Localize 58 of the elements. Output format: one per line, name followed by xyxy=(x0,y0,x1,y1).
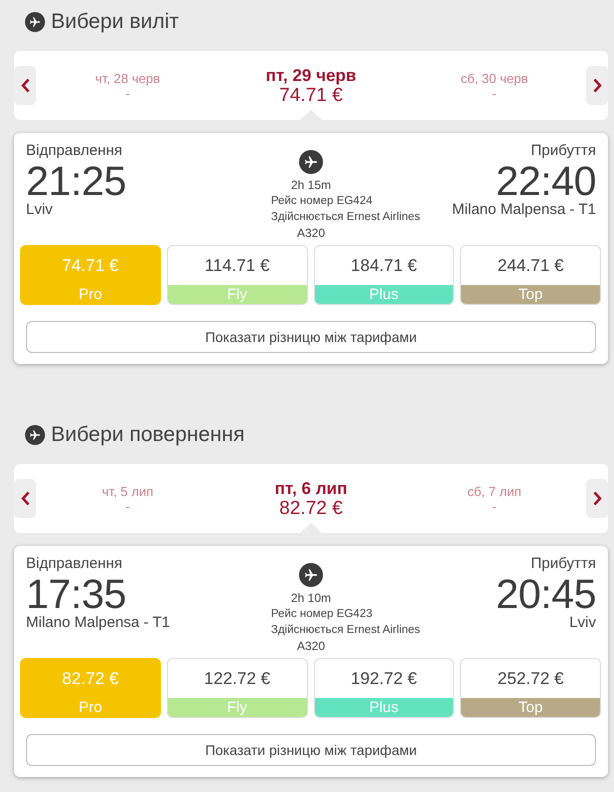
arrival-label: Прибуття xyxy=(530,142,596,160)
fare-price: 252.72 € xyxy=(496,668,565,690)
fare-option[interactable]: 252.72 € Top xyxy=(460,658,601,718)
fare-price: 114.71 € xyxy=(204,254,271,276)
fare-price: 74.71 € xyxy=(61,254,120,276)
compare-fares-button[interactable]: Показати різницю між тарифами xyxy=(26,321,596,353)
fare-label: Fly xyxy=(168,698,306,717)
plane-icon xyxy=(25,425,45,445)
fare-option[interactable]: 192.72 € Plus xyxy=(314,658,454,718)
arrival-place: Milano Malpensa - T1 xyxy=(452,202,596,218)
section-heading: Вибери виліт xyxy=(51,11,179,33)
section-heading: Вибери повернення xyxy=(51,424,245,446)
flight-duration: 2h 15m xyxy=(290,177,332,193)
flight-duration: 2h 10m xyxy=(290,590,332,606)
operator-text: Здійснюється Ernest Airlines xyxy=(271,210,420,225)
departure-label: Відправлення xyxy=(26,555,122,573)
next-date-button[interactable] xyxy=(586,66,608,105)
fare-option[interactable]: 122.72 € Fly xyxy=(166,658,308,718)
compare-fares-button[interactable]: Показати різницю між тарифами xyxy=(26,734,596,766)
departure-place: Milano Malpensa - T1 xyxy=(26,615,170,631)
aircraft-type: A320 xyxy=(296,225,326,241)
flight-number: Рейс номер EG423 xyxy=(271,607,372,622)
date-option[interactable]: пт, 6 лип 82.72 € xyxy=(219,464,403,533)
fare-price: 82.72 € xyxy=(61,668,120,690)
fare-label: Fly xyxy=(168,285,306,304)
departure-place: Lviv xyxy=(26,202,53,218)
arrival-time: 22:40 xyxy=(496,160,596,202)
chevron-right-icon xyxy=(592,491,602,506)
fare-label: Plus xyxy=(314,698,454,717)
chevron-right-icon xyxy=(592,78,602,93)
arrival-time: 20:45 xyxy=(496,573,596,615)
fare-price: 244.71 € xyxy=(496,254,565,276)
fare-option[interactable]: 184.71 € Plus xyxy=(314,245,454,305)
plane-icon xyxy=(299,150,323,174)
fare-label: Plus xyxy=(314,285,454,304)
fare-price: 122.72 € xyxy=(203,668,272,690)
previous-date-button[interactable] xyxy=(14,479,36,518)
departure-time: 17:35 xyxy=(26,573,126,615)
arrival-label: Прибуття xyxy=(530,555,596,573)
previous-date-button[interactable] xyxy=(14,66,36,105)
flight-number: Рейс номер EG424 xyxy=(271,194,372,209)
fare-label: Top xyxy=(461,285,600,304)
date-option[interactable]: пт, 29 черв 74.71 € xyxy=(219,51,403,120)
departure-label: Відправлення xyxy=(26,142,122,160)
chevron-left-icon xyxy=(20,491,30,506)
arrival-place: Lviv xyxy=(569,615,596,631)
chevron-left-icon xyxy=(20,78,30,93)
next-date-button[interactable] xyxy=(586,479,608,518)
plane-icon xyxy=(299,563,323,587)
fare-option[interactable]: 244.71 € Top xyxy=(460,245,601,305)
fare-price: 184.71 € xyxy=(350,254,418,276)
fare-price: 192.72 € xyxy=(350,668,418,690)
fare-label: Top xyxy=(461,698,600,717)
operator-text: Здійснюється Ernest Airlines xyxy=(271,623,420,638)
plane-icon xyxy=(25,12,45,32)
departure-time: 21:25 xyxy=(26,160,126,202)
fare-option[interactable]: 114.71 € Fly xyxy=(166,245,308,305)
aircraft-type: A320 xyxy=(296,638,326,654)
